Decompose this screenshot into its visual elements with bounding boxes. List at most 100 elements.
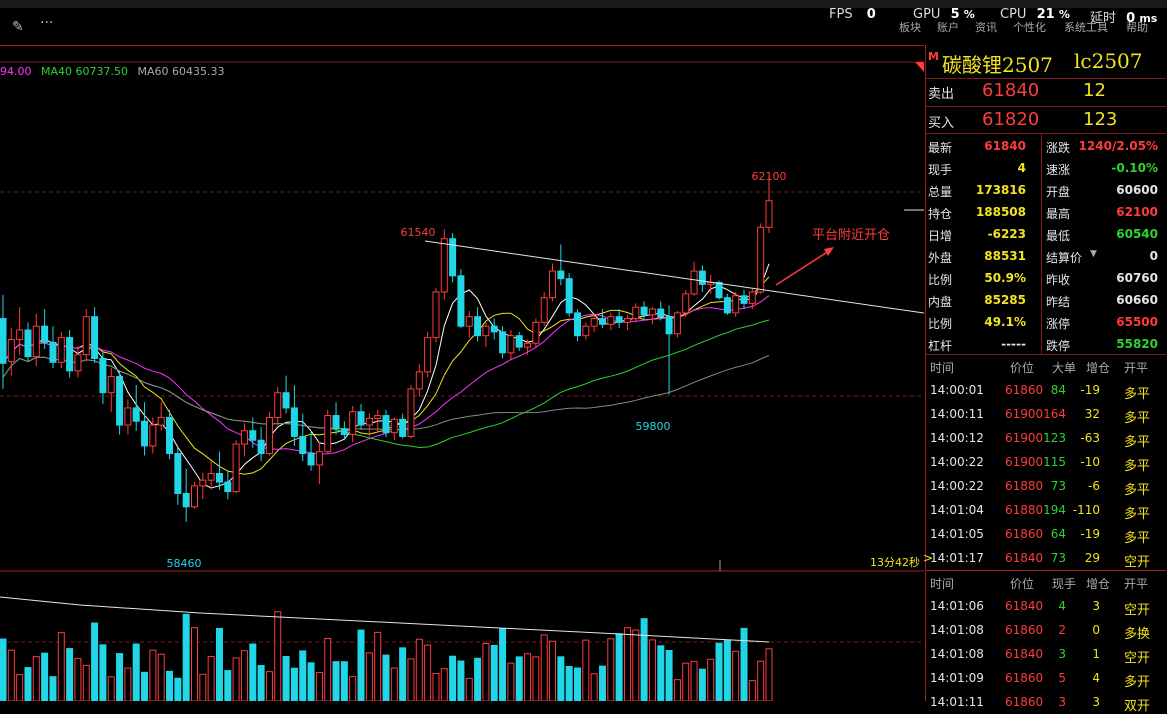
stat-label: 最高: [1046, 207, 1071, 221]
candle-body: [91, 316, 99, 360]
volume-bar: [673, 679, 681, 701]
candlestick-chart[interactable]: 62100 61540 59800 58460 平台附近开仓 13分42秒: [0, 45, 924, 701]
candle-body: [499, 331, 507, 354]
candle-body: [457, 275, 465, 327]
menu-personalize[interactable]: 个性化: [1013, 19, 1046, 35]
stat-value: 60600: [1116, 183, 1158, 197]
bid-volume: 123: [1083, 109, 1118, 130]
candle-body: [374, 415, 382, 419]
menu-account[interactable]: 账户: [937, 19, 959, 35]
stat-value: 62100: [1116, 205, 1158, 219]
candle-body: [748, 291, 756, 304]
trades-header-cell: 增仓: [1086, 361, 1111, 375]
pencil-icon[interactable]: ✎: [12, 19, 24, 35]
trade-open-interest-change: 3: [1092, 599, 1100, 613]
trade-type: 空开: [1124, 651, 1151, 666]
candle-body: [582, 325, 590, 337]
volume-bars: [0, 596, 773, 701]
ellipsis-icon[interactable]: ···: [40, 15, 53, 31]
trade-type: 多平: [1124, 507, 1151, 522]
trade-row: 14:00:12 61900 123 -63 多平: [926, 427, 1166, 450]
trades-header: 时间 价位 大单 增仓 开平: [926, 355, 1166, 377]
volume-bar: [49, 676, 57, 701]
stat-value: 4: [1017, 161, 1026, 175]
volume-bar: [274, 611, 282, 701]
candle-body: [141, 420, 149, 447]
candle-body: [415, 371, 423, 390]
volume-bar: [748, 680, 756, 701]
trade-volume: 194: [1043, 503, 1066, 517]
stat-label: 结算价: [1046, 251, 1083, 265]
candle-body: [349, 411, 357, 436]
volume-bar: [349, 676, 357, 701]
bid-price: 61820: [982, 109, 1040, 130]
trade-volume: 64: [1050, 527, 1066, 541]
trade-volume: 5: [1058, 671, 1066, 685]
volume-bar: [91, 622, 99, 701]
volume-bar: [340, 661, 348, 701]
trade-volume: 84: [1050, 383, 1066, 397]
menu-sector[interactable]: 板块: [899, 19, 921, 35]
volume-bar: [574, 667, 581, 701]
menu-help[interactable]: 帮助: [1126, 19, 1148, 35]
volume-bar: [532, 656, 540, 701]
stat-value: -6223: [987, 227, 1026, 241]
volume-bar: [665, 650, 673, 701]
annotation-arrowhead: [824, 247, 834, 256]
trade-open-interest-change: -110: [1072, 503, 1100, 517]
candle-body: [515, 335, 523, 348]
trade-type: 空开: [1124, 603, 1151, 618]
volume-bar: [74, 657, 82, 701]
candle-body: [7, 338, 15, 362]
volume-bar: [549, 640, 557, 701]
countdown-label: 13分42秒: [870, 555, 920, 569]
trades-header-cell: 增仓: [1086, 577, 1111, 591]
annotation-arrow: [775, 248, 833, 286]
volume-bar: [290, 667, 298, 701]
volume-bar: [490, 644, 498, 701]
trade-type: 多开: [1124, 675, 1151, 690]
volume-bar: [132, 643, 140, 701]
volume-bar: [715, 642, 723, 701]
trade-row: 14:01:05 61860 64 -19 多平: [926, 523, 1166, 546]
candle-body: [307, 453, 315, 466]
candle-body: [640, 306, 648, 316]
volume-bar: [107, 676, 115, 701]
trade-volume: 73: [1050, 551, 1066, 565]
volume-bar: [615, 633, 623, 701]
stats-row: 比例 49.1% 涨停 65500: [926, 311, 1166, 333]
volume-bar: [0, 638, 7, 701]
menu-system-tools[interactable]: 系统工具: [1064, 19, 1108, 35]
volume-bar: [399, 647, 407, 701]
volume-bar: [424, 644, 432, 701]
candle-body: [365, 417, 373, 426]
menu-news[interactable]: 资讯: [975, 19, 997, 35]
stat-value: 188508: [975, 205, 1026, 219]
ma5-line: [2, 263, 770, 489]
candle-body: [49, 341, 57, 363]
candle-body: [540, 297, 548, 323]
stat-value: 60540: [1116, 227, 1158, 241]
trade-price: 61900: [1005, 431, 1044, 445]
trades-header-cell: 时间: [930, 577, 955, 591]
candle-body: [474, 316, 482, 337]
trade-type: 多平: [1124, 387, 1151, 402]
chevron-down-icon[interactable]: ▼: [1090, 249, 1097, 259]
trade-open-interest-change: 0: [1092, 623, 1100, 637]
trade-type: 多平: [1124, 459, 1151, 474]
stat-value: 88531: [984, 249, 1026, 263]
trend-line[interactable]: [424, 240, 924, 314]
candle-body: [324, 415, 332, 453]
trade-price: 61860: [1005, 695, 1044, 709]
candle-body: [682, 293, 690, 314]
contract-code: lc2507: [1074, 49, 1143, 73]
volume-bar: [16, 674, 24, 701]
trade-volume: 4: [1058, 599, 1066, 613]
candle-body: [715, 281, 723, 299]
stat-label: 昨收: [1046, 273, 1071, 287]
volume-bar: [623, 627, 631, 701]
stat-label: 比例: [928, 273, 953, 287]
ask-volume: 12: [1083, 80, 1106, 101]
candle-body: [82, 316, 90, 356]
peak-label: 61540: [401, 226, 436, 239]
